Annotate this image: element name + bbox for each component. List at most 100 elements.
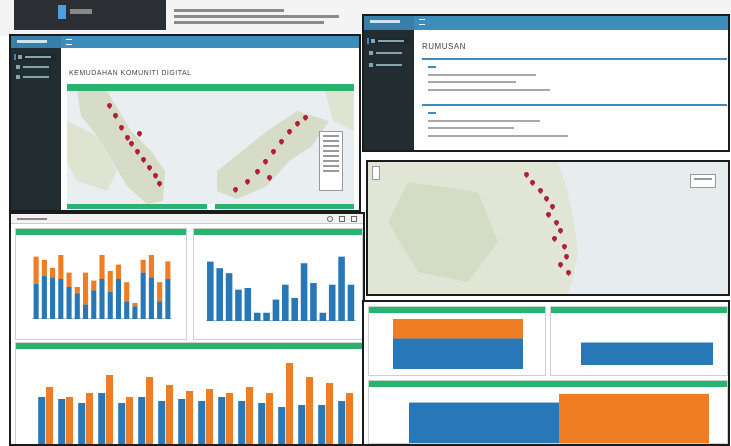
bar-3-svg xyxy=(409,393,709,443)
sidebar-item-2[interactable] xyxy=(367,50,409,56)
sidebar-icon xyxy=(16,65,20,69)
bar-mark-s1-7 xyxy=(82,304,89,319)
bar-mark-s1-9 xyxy=(99,279,105,319)
chart-panel-2 xyxy=(193,228,363,340)
bar-mark-s1-1 xyxy=(207,261,214,321)
bar-mark-s2-5 xyxy=(126,397,134,444)
facilities-map[interactable] xyxy=(67,91,354,204)
editor-titlebar xyxy=(14,0,166,30)
bar-mark-s1-9 xyxy=(282,284,289,321)
toolbar-search-icon[interactable] xyxy=(327,216,333,222)
bar-mark-s2-3 xyxy=(86,393,94,444)
bar-mark-s2 xyxy=(559,393,709,443)
box-footer-left xyxy=(67,204,207,209)
bar-mark-s2-3 xyxy=(50,267,56,278)
map-legend xyxy=(319,131,343,191)
bar-mark-s1-5 xyxy=(118,403,126,444)
toolbar-zoom-icon[interactable] xyxy=(339,216,345,222)
top-navbar xyxy=(364,16,728,30)
bar-mark-s1-17 xyxy=(165,279,171,319)
bar-mark-s2-8 xyxy=(186,391,194,444)
bar-mark-s1-12 xyxy=(258,403,266,444)
brand-logo[interactable] xyxy=(11,36,61,48)
bar-mark-s2-5 xyxy=(66,272,72,287)
titlebar-text xyxy=(70,9,92,14)
bar-mark-s1-14 xyxy=(298,405,306,444)
bar-mark-s1 xyxy=(581,342,713,365)
bar-mark-s1-3 xyxy=(225,273,233,321)
bar-mark-s1-2 xyxy=(58,399,66,444)
bar-mark-s2-11 xyxy=(246,387,254,444)
sidebar-item-1[interactable] xyxy=(367,38,409,44)
menu-toggle-icon[interactable] xyxy=(66,39,72,45)
bar-mark-s1-10 xyxy=(291,297,298,321)
bar-mark-s2-4 xyxy=(58,255,64,279)
page-title: RUMUSAN xyxy=(422,42,466,51)
bar-mark-s1-14 xyxy=(328,284,336,321)
sidebar-item-1[interactable] xyxy=(14,54,56,60)
toolbar-close-icon[interactable] xyxy=(351,216,357,222)
bar-mark-s1-2 xyxy=(41,275,47,319)
toolbar-label xyxy=(17,218,47,220)
bar-mark-s1-1 xyxy=(33,283,39,319)
charts-toolbar xyxy=(11,214,363,224)
summary-box-2 xyxy=(422,104,727,144)
map-box-header xyxy=(67,84,354,91)
bar-mark-s2-15 xyxy=(326,383,334,444)
bar-panel-1 xyxy=(368,306,546,376)
bar-mark-s2-16 xyxy=(346,393,354,444)
bar-mark-s2-6 xyxy=(74,287,80,294)
bar-panel-2 xyxy=(550,306,728,376)
bar-mark-s2 xyxy=(393,319,523,339)
coast-map[interactable] xyxy=(368,162,728,294)
zoom-control[interactable] xyxy=(372,166,380,180)
app-logo-icon xyxy=(58,5,66,19)
chart-2-svg xyxy=(207,256,355,321)
bar-mark-s1-13 xyxy=(319,312,327,321)
sidebar-icon xyxy=(369,51,373,55)
chart-panel-1 xyxy=(15,228,187,340)
top-navbar xyxy=(11,36,359,48)
sidebar xyxy=(364,30,414,150)
bar-mark-s1-15 xyxy=(318,405,326,444)
bar-mark-s1-7 xyxy=(158,401,166,444)
bar-mark-s1-10 xyxy=(218,397,226,444)
bar-mark-s2-13 xyxy=(132,303,138,307)
summary-box-1 xyxy=(422,58,727,98)
menu-toggle-icon[interactable] xyxy=(419,19,425,25)
bar-1-plot xyxy=(393,319,523,369)
sidebar-item-3[interactable] xyxy=(367,62,409,68)
sidebar-item-3[interactable] xyxy=(14,74,56,80)
bar-mark-s2-16 xyxy=(157,282,163,302)
bar-mark-s1-3 xyxy=(78,403,86,444)
bar-mark-s1-13 xyxy=(278,407,286,444)
bar-mark-s1-3 xyxy=(50,277,56,319)
brand-logo[interactable] xyxy=(364,16,414,30)
sidebar-item-2[interactable] xyxy=(14,64,56,70)
bar-mark-s2-13 xyxy=(286,363,294,444)
bar-mark-s1-6 xyxy=(253,312,261,321)
bar-mark-s1-7 xyxy=(263,312,270,321)
bar-2-plot xyxy=(581,319,713,369)
summary-screenshot: RUMUSAN xyxy=(362,14,730,152)
bar-2-svg xyxy=(581,342,713,365)
chart-1-plot xyxy=(32,255,172,319)
chart-1-svg xyxy=(33,255,171,319)
chart-2-plot xyxy=(206,255,356,321)
bar-mark-s1-5 xyxy=(66,287,72,319)
bar-mark-s1-11 xyxy=(300,263,308,321)
bar-mark-s2-1 xyxy=(46,387,54,444)
bar-mark-s2-12 xyxy=(124,282,130,302)
bar-mark-s1-15 xyxy=(338,256,345,321)
bar-mark-s1-6 xyxy=(74,293,80,319)
bar-panel-3 xyxy=(368,380,728,444)
bar-mark-s1-10 xyxy=(107,291,113,319)
bar-mark-s1-5 xyxy=(244,288,252,321)
bar-mark-s1 xyxy=(393,338,523,369)
bar-mark-s1-12 xyxy=(124,301,130,319)
bar-mark-s2-10 xyxy=(107,271,113,292)
bar-mark-s1-11 xyxy=(238,401,246,444)
bar-mark-s1-16 xyxy=(157,301,163,319)
bar-mark-s1-12 xyxy=(310,283,317,321)
bar-1-svg xyxy=(393,319,523,369)
